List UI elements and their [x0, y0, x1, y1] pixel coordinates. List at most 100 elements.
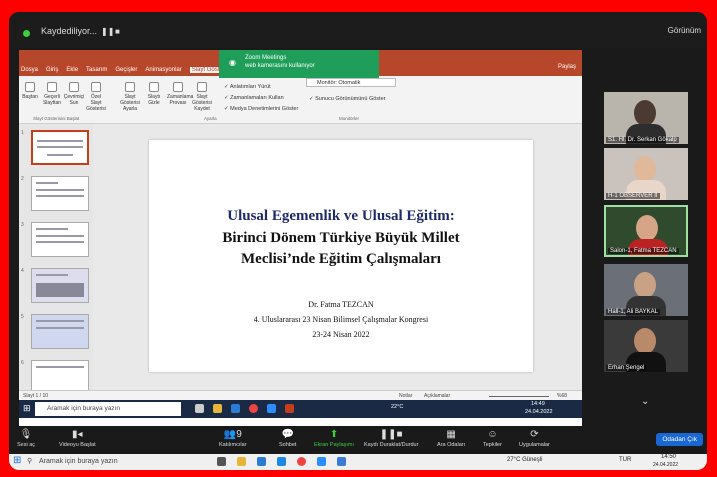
file-explorer-icon[interactable] [213, 404, 222, 413]
tab-design[interactable]: Tasarım [86, 67, 107, 73]
participants-icon: 👥9 [223, 429, 242, 440]
chat-icon: 💬 [281, 429, 294, 440]
present-online-button[interactable]: Çevrimiçi Sun [63, 82, 85, 106]
hide-slide-icon [149, 82, 159, 92]
breakout-rooms-button[interactable]: ▦ Ara Odaları [437, 428, 465, 448]
file-explorer-icon[interactable] [237, 457, 246, 466]
toast-message: web kamerasını kullanıyor [245, 63, 315, 69]
participant-video[interactable]: H-1 OBSERVER II [604, 148, 688, 200]
weather-widget[interactable]: 27°C Güneşli [507, 457, 542, 463]
ppt-share-button[interactable]: Paylaş [558, 64, 576, 70]
participant-video[interactable]: Erhan Şengel [604, 320, 688, 372]
inner-weather: 22°C [391, 404, 404, 410]
task-view-icon[interactable] [195, 404, 204, 413]
windows-start-icon[interactable]: ⊞ [13, 455, 21, 466]
zoom-top-bar: Kaydediliyor... ❚❚ ■ Görünüm [9, 12, 707, 48]
inner-clock-date: 24.04.2022 [525, 409, 553, 415]
participant-name: Erhan Şengel [606, 365, 647, 371]
start-video-button[interactable]: ▮◂ Videoyu Başlat [59, 428, 96, 448]
task-view-icon[interactable] [217, 457, 226, 466]
play-narrations-checkbox[interactable]: ✓ Anlatımları Yürüt [224, 84, 271, 90]
zoom-app-icon[interactable] [317, 457, 326, 466]
setup-icon [125, 82, 135, 92]
slideshow-icon [25, 82, 35, 92]
slide-thumbnails: 1 2 3 4 5 6 [19, 124, 93, 395]
reactions-icon: ☺ [487, 429, 498, 440]
record-slideshow-button[interactable]: Slayt Gösterisi Kaydet [191, 82, 213, 112]
slide-thumbnail[interactable] [31, 314, 89, 349]
powerpoint-icon[interactable] [285, 404, 294, 413]
record-control-button[interactable]: ❚❚■ Kaydı Duraklat/Durdur [364, 428, 418, 448]
zoom-camera-toast: ◉ Zoom Meetings web kamerasını kullanıyo… [219, 50, 379, 78]
chrome-icon[interactable] [249, 404, 258, 413]
windows-taskbar: ⊞ ⚲ Aramak için buraya yazın 27°C Güneşl… [9, 454, 707, 470]
windows-start-icon[interactable]: ⊞ [23, 403, 31, 414]
presenter-view-checkbox[interactable]: ✓ Sunucu Görünümünü Göster [309, 96, 385, 102]
inner-search-box[interactable]: Aramak için buraya yazın [35, 402, 181, 416]
recording-indicator-icon [23, 30, 30, 37]
from-beginning-button[interactable]: Baştan [19, 82, 41, 100]
unmute-button[interactable]: 🎙 Sesi aç [17, 428, 35, 448]
tab-insert[interactable]: Ekle [66, 67, 78, 73]
chrome-icon[interactable] [297, 457, 306, 466]
inner-clock-time: 14:49 [531, 401, 545, 407]
slide-thumbnail[interactable] [31, 176, 89, 211]
zoom-slider[interactable] [489, 396, 549, 397]
chevron-down-icon[interactable]: ⌄ [641, 396, 649, 407]
setup-slideshow-button[interactable]: Slayt Gösterisi Ayarla [119, 82, 141, 112]
zoom-window: Kaydediliyor... ❚❚ ■ Görünüm Dosya Giriş… [9, 12, 707, 470]
slide-congress: 4. Uluslararası 23 Nisan Bilimsel Çalışm… [253, 315, 429, 324]
from-current-button[interactable]: Geçerli Slayttan [41, 82, 63, 106]
participant-name: Salon-1, Fatma TEZCAN [608, 248, 679, 254]
participant-name: Hall-1, Ali BAYKAL [606, 309, 660, 315]
mail-icon[interactable] [257, 457, 266, 466]
slide-thumbnail[interactable] [31, 130, 89, 165]
view-toggle-button[interactable]: Görünüm [668, 26, 701, 35]
participant-video[interactable]: S1. Hl. Dr. Serkan Gökalp [604, 92, 688, 144]
chat-button[interactable]: 💬 Sohbet [279, 428, 296, 448]
participant-video[interactable]: Hall-1, Ali BAYKAL [604, 264, 688, 316]
zoom-control-bar: 🎙 Sesi aç ▮◂ Videoyu Başlat 👥9 Katılımcılar… [9, 426, 707, 454]
edge-icon[interactable] [277, 457, 286, 466]
reactions-button[interactable]: ☺ Tepkiler [483, 428, 502, 448]
slide-author: Dr. Fatma TEZCAN [308, 300, 374, 309]
tab-transitions[interactable]: Geçişler [115, 67, 137, 73]
leave-room-button[interactable]: Odadan Çık [656, 433, 703, 446]
tab-animations[interactable]: Animasyonlar [145, 67, 181, 73]
custom-show-icon [91, 82, 101, 92]
apps-button[interactable]: ⟳ Uygulamalar [519, 428, 550, 448]
slide-thumbnail[interactable] [31, 268, 89, 303]
participant-video-active-speaker[interactable]: Salon-1, Fatma TEZCAN [604, 205, 688, 257]
pause-recording-icon[interactable]: ❚❚ [101, 27, 114, 36]
language-indicator[interactable]: TUR [619, 457, 631, 463]
notes-button[interactable]: Notlar [399, 393, 412, 399]
rehearse-timings-button[interactable]: Zamanlama Provası [167, 82, 193, 106]
group-monitors: Monitörler [339, 116, 360, 121]
participant-name: S1. Hl. Dr. Serkan Gökalp [606, 137, 679, 143]
shared-screen: Dosya Giriş Ekle Tasarım Geçişler Animas… [19, 50, 582, 426]
slide-counter: Slayt 1 / 10 [23, 393, 49, 399]
clock-date: 24.04.2022 [653, 462, 679, 468]
use-timings-checkbox[interactable]: ✓ Zamanlamaları Kullan [224, 95, 284, 101]
group-setup: Ayarla [204, 116, 217, 121]
media-controls-checkbox[interactable]: ✓ Medya Denetimlerini Göster [224, 106, 298, 112]
slide-thumbnail[interactable] [31, 222, 89, 257]
tab-home[interactable]: Giriş [46, 67, 58, 73]
slide-subtitle-1: Birinci Dönem Türkiye Büyük Millet [222, 230, 460, 246]
word-icon[interactable] [337, 457, 346, 466]
slide-title: Ulusal Egemenlik ve Ulusal Eğitim: [227, 208, 455, 224]
stop-recording-icon[interactable]: ■ [115, 27, 120, 36]
participants-button[interactable]: 👥9 Katılımcılar [219, 428, 247, 448]
share-screen-button[interactable]: ⬆ Ekran Paylaşımı [314, 428, 354, 448]
mail-icon[interactable] [231, 404, 240, 413]
taskbar-search-box[interactable]: ⚲ Aramak için buraya yazın [25, 455, 197, 469]
hide-slide-button[interactable]: Slaytı Gizle [143, 82, 165, 106]
recording-label: Kaydediliyor... [41, 26, 98, 36]
comments-button[interactable]: Açıklamalar [424, 393, 450, 399]
tab-file[interactable]: Dosya [21, 67, 38, 73]
current-slide[interactable]: Ulusal Egemenlik ve Ulusal Eğitim: Birin… [149, 140, 533, 372]
custom-show-button[interactable]: Özel Slayt Gösterisi [85, 82, 107, 112]
monitor-select[interactable]: Monitör: Otomatik [306, 78, 396, 87]
zoom-app-icon[interactable] [267, 404, 276, 413]
apps-icon: ⟳ [530, 429, 539, 440]
